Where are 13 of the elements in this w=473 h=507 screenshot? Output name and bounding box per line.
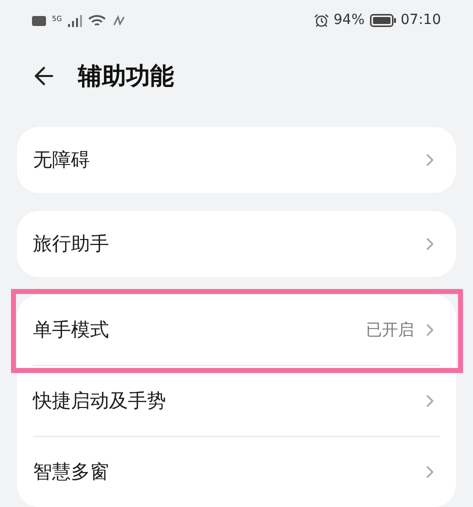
wifi-icon [88, 14, 106, 28]
settings-item[interactable]: 快捷启动及手势 [33, 366, 440, 436]
item-status: 已开启 [366, 319, 414, 341]
settings-item[interactable]: 智慧多窗 [33, 437, 440, 507]
alarm-icon [314, 13, 329, 28]
settings-item[interactable]: 单手模式 已开启 [33, 295, 440, 365]
settings-item[interactable]: 无障碍 [33, 127, 440, 193]
battery-percent: 94% [334, 11, 365, 30]
signal-icon [68, 14, 82, 27]
page-title: 辅助功能 [78, 61, 174, 92]
battery-icon [370, 14, 396, 28]
status-time: 07:10 [400, 11, 441, 30]
settings-item[interactable]: 旅行助手 [33, 211, 440, 277]
